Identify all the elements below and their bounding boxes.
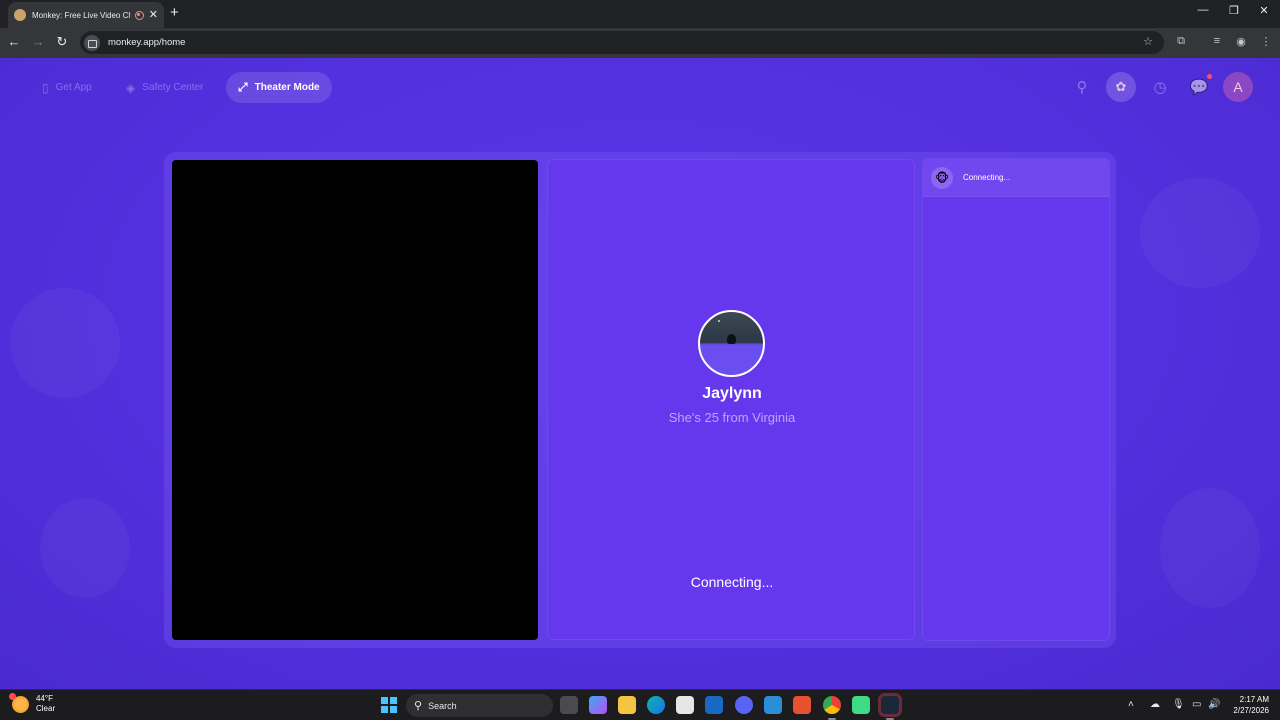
match-avatar bbox=[698, 310, 765, 377]
expand-icon: ⤢ bbox=[238, 80, 248, 94]
cast-icon[interactable]: ⧉ bbox=[1173, 35, 1189, 48]
connection-status: Connecting... bbox=[690, 574, 774, 590]
safety-center-button[interactable]: ◈ Safety Center bbox=[114, 72, 215, 103]
windows-start-icon[interactable] bbox=[381, 697, 397, 713]
task-view-icon[interactable] bbox=[560, 696, 578, 714]
weather-temp: 44°F bbox=[36, 694, 53, 703]
address-bar[interactable]: monkey.app/home bbox=[80, 31, 1164, 54]
volume-icon[interactable]: 🔊 bbox=[1208, 699, 1220, 710]
chat-bubble-icon[interactable]: 💬 bbox=[1184, 72, 1214, 102]
history-clock-icon[interactable]: ◷ bbox=[1145, 72, 1175, 102]
background-blob bbox=[10, 288, 120, 398]
network-icon[interactable]: ▭ bbox=[1192, 699, 1201, 710]
clock-date: 2/27/2026 bbox=[1233, 706, 1269, 715]
profile-icon[interactable]: ◉ bbox=[1233, 35, 1249, 48]
monkey-icon: 🐵 bbox=[931, 166, 953, 189]
browser-menu-icon[interactable]: ⋮ bbox=[1258, 35, 1274, 48]
phone-icon: ▯ bbox=[42, 80, 49, 95]
chat-header-status: Connecting... bbox=[963, 173, 1011, 182]
discord-icon[interactable] bbox=[735, 696, 753, 714]
onedrive-icon[interactable]: ☁ bbox=[1150, 699, 1160, 710]
weather-sun-icon bbox=[9, 692, 29, 713]
reload-icon[interactable]: ↻ bbox=[53, 34, 71, 50]
edge-icon[interactable] bbox=[647, 696, 665, 714]
system-clock[interactable]: 2:17 AM 2/27/2026 bbox=[1233, 694, 1269, 716]
local-video-feed bbox=[172, 160, 538, 640]
chat-panel: 🐵 Connecting... bbox=[922, 158, 1110, 641]
weather-widget[interactable]: 44°F Clear bbox=[9, 692, 56, 714]
user-avatar-button[interactable]: A bbox=[1223, 72, 1253, 102]
android-studio-icon[interactable] bbox=[852, 696, 870, 714]
forward-arrow-icon[interactable]: → bbox=[29, 34, 47, 49]
gift-icon[interactable]: ✿ bbox=[1106, 72, 1136, 102]
match-stage: Jaylynn She's 25 from Virginia Connectin… bbox=[547, 159, 915, 640]
tab-close-button[interactable]: ✕ bbox=[149, 9, 158, 21]
taskbar-search-box[interactable]: ⚲ Search bbox=[406, 694, 553, 717]
notification-dot bbox=[1207, 74, 1212, 79]
bookmark-star-icon[interactable]: ☆ bbox=[1140, 35, 1156, 48]
theater-mode-label: Theater Mode bbox=[254, 82, 320, 93]
copilot-icon[interactable] bbox=[589, 696, 607, 714]
tray-chevron-icon[interactable]: ˄ bbox=[1128, 699, 1134, 710]
file-explorer-icon[interactable] bbox=[618, 696, 636, 714]
browser-toolbar: ← → ↻ monkey.app/home ☆ ⧉ ≡ ◉ ⋮ bbox=[0, 28, 1280, 58]
browser-tab-strip: Monkey: Free Live Video Ch ✕ + — ❐ ✕ bbox=[0, 0, 1280, 28]
background-blob bbox=[1140, 178, 1260, 288]
store-icon[interactable] bbox=[676, 696, 694, 714]
tab-title: Monkey: Free Live Video Ch bbox=[32, 10, 130, 20]
url-text: monkey.app/home bbox=[108, 37, 186, 48]
chrome-icon[interactable] bbox=[823, 696, 841, 720]
minimize-button[interactable]: — bbox=[1193, 4, 1213, 16]
match-name: Jaylynn bbox=[702, 385, 762, 402]
taskbar-search-label: Search bbox=[428, 700, 457, 711]
media-controls-icon[interactable]: ≡ bbox=[1209, 35, 1225, 47]
steam-icon[interactable] bbox=[881, 696, 899, 720]
office-icon[interactable] bbox=[793, 696, 811, 714]
window-close-button[interactable]: ✕ bbox=[1254, 4, 1274, 17]
restore-button[interactable]: ❐ bbox=[1224, 4, 1244, 17]
site-info-icon[interactable] bbox=[84, 34, 100, 51]
recording-indicator-icon bbox=[134, 10, 144, 20]
search-icon[interactable]: ⚲ bbox=[1067, 72, 1097, 102]
chat-header: 🐵 Connecting... bbox=[923, 159, 1109, 197]
photos-icon[interactable] bbox=[764, 696, 782, 714]
shield-icon: ◈ bbox=[126, 80, 136, 95]
get-app-button[interactable]: ▯ Get App bbox=[30, 72, 104, 103]
monkey-favicon-icon bbox=[14, 9, 26, 21]
background-blob bbox=[1160, 488, 1260, 608]
new-tab-button[interactable]: + bbox=[170, 4, 179, 22]
safety-center-label: Safety Center bbox=[142, 82, 204, 93]
get-app-label: Get App bbox=[55, 82, 92, 93]
back-arrow-icon[interactable]: ← bbox=[5, 34, 23, 49]
search-icon: ⚲ bbox=[414, 700, 423, 712]
windows-taskbar: 44°F Clear ⚲ Search ˄ ☁ 🎙 ▭ 🔊 2:17 AM 2/… bbox=[0, 689, 1280, 720]
theater-mode-button[interactable]: ⤢ Theater Mode bbox=[226, 72, 332, 103]
outlook-icon[interactable] bbox=[705, 696, 723, 714]
weather-condition: Clear bbox=[36, 704, 56, 713]
background-blob bbox=[40, 498, 130, 598]
microphone-icon[interactable]: 🎙 bbox=[1172, 699, 1185, 710]
clock-time: 2:17 AM bbox=[1239, 695, 1269, 704]
monkey-page: ▯ Get App ◈ Safety Center ⤢ Theater Mode… bbox=[0, 58, 1280, 689]
browser-tab-monkey[interactable]: Monkey: Free Live Video Ch ✕ bbox=[8, 2, 164, 28]
match-description: She's 25 from Virginia bbox=[668, 410, 796, 425]
